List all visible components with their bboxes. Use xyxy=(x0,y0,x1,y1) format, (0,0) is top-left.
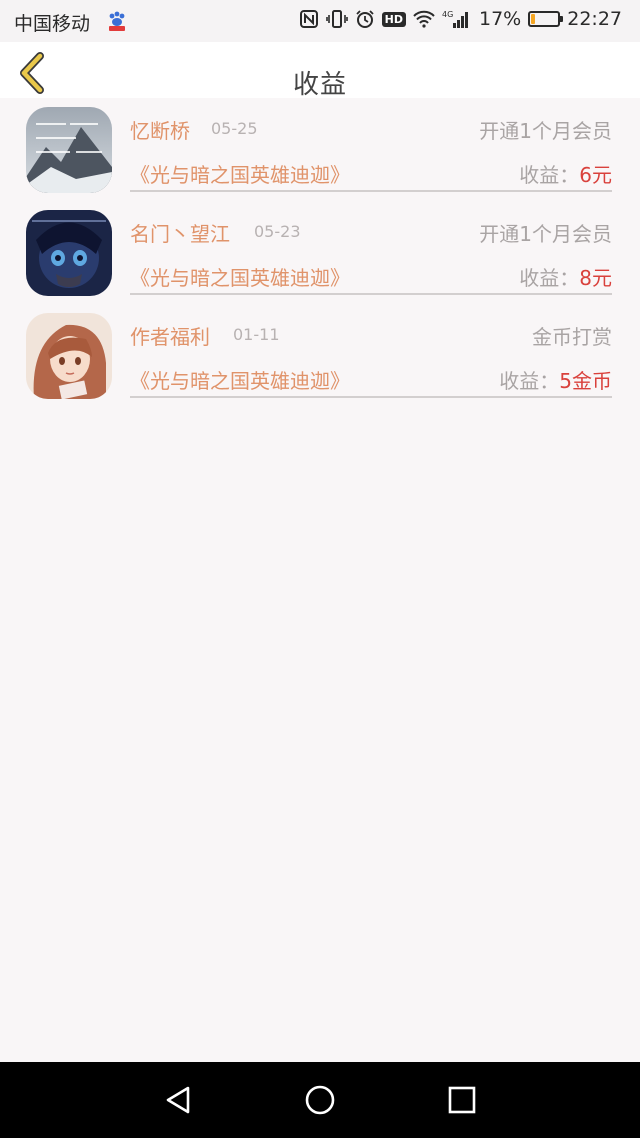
earning-amount: 收益：5金币 xyxy=(499,365,612,394)
user-name: 作者福利 xyxy=(130,325,210,349)
transaction-type: 金币打赏 xyxy=(532,325,612,349)
alarm-icon xyxy=(355,9,375,29)
earning-row[interactable]: 忆断桥 05-25 开通1个月会员 《光与暗之国英雄迪迦》 收益：6元 xyxy=(0,98,640,201)
nav-home-button[interactable] xyxy=(300,1080,340,1120)
date: 01-11 xyxy=(233,325,280,344)
avatar xyxy=(26,210,112,296)
page-title: 收益 xyxy=(292,70,347,100)
user-name: 忆断桥 xyxy=(130,119,190,143)
network-type: 4G xyxy=(442,10,453,19)
recents-square-icon xyxy=(448,1086,476,1114)
nav-recents-button[interactable] xyxy=(442,1080,482,1120)
earning-amount: 收益：8元 xyxy=(519,262,612,291)
date: 05-23 xyxy=(254,222,301,241)
earning-value: 8元 xyxy=(579,266,612,290)
carrier-name: 中国移动 xyxy=(14,13,91,35)
back-triangle-icon xyxy=(166,1086,190,1114)
date: 05-25 xyxy=(211,119,258,138)
battery-icon xyxy=(528,11,564,27)
nfc-icon xyxy=(299,9,319,29)
row-divider xyxy=(130,293,612,295)
avatar xyxy=(26,313,112,399)
vibrate-icon xyxy=(325,9,348,29)
earning-amount: 收益：6元 xyxy=(519,159,612,188)
battery-percent: 17% xyxy=(479,8,522,30)
earnings-list: 忆断桥 05-25 开通1个月会员 《光与暗之国英雄迪迦》 收益：6元 名门丶望… xyxy=(0,98,640,407)
hd-badge: HD xyxy=(381,11,406,27)
home-circle-icon xyxy=(305,1085,335,1115)
earning-row[interactable]: 作者福利 01-11 金币打赏 《光与暗之国英雄迪迦》 收益：5金币 xyxy=(0,304,640,407)
row-divider xyxy=(130,190,612,192)
earning-label: 收益： xyxy=(499,369,560,393)
user-name: 名门丶望江 xyxy=(130,222,230,246)
earning-label: 收益： xyxy=(519,266,580,290)
earning-value: 5金币 xyxy=(559,369,612,393)
transaction-type: 开通1个月会员 xyxy=(479,222,612,246)
baidu-paw-icon xyxy=(106,10,128,32)
book-title: 《光与暗之国英雄迪迦》 xyxy=(130,369,350,393)
avatar xyxy=(26,107,112,193)
clock: 22:27 xyxy=(567,8,622,30)
earning-value: 6元 xyxy=(579,163,612,187)
app-header: 收益 xyxy=(0,42,640,100)
earning-row[interactable]: 名门丶望江 05-23 开通1个月会员 《光与暗之国英雄迪迦》 收益：8元 xyxy=(0,201,640,304)
book-title: 《光与暗之国英雄迪迦》 xyxy=(130,163,350,187)
cellular-signal-icon: 4G xyxy=(442,9,472,29)
wifi-icon xyxy=(413,10,435,28)
battery-fill xyxy=(531,14,536,24)
system-nav-bar xyxy=(0,1062,640,1138)
row-divider xyxy=(130,396,612,398)
status-bar: 中国移动 HD 4G 17% 22:27 xyxy=(0,0,640,42)
book-title: 《光与暗之国英雄迪迦》 xyxy=(130,266,350,290)
earning-label: 收益： xyxy=(519,163,580,187)
nav-back-button[interactable] xyxy=(158,1080,198,1120)
transaction-type: 开通1个月会员 xyxy=(479,119,612,143)
